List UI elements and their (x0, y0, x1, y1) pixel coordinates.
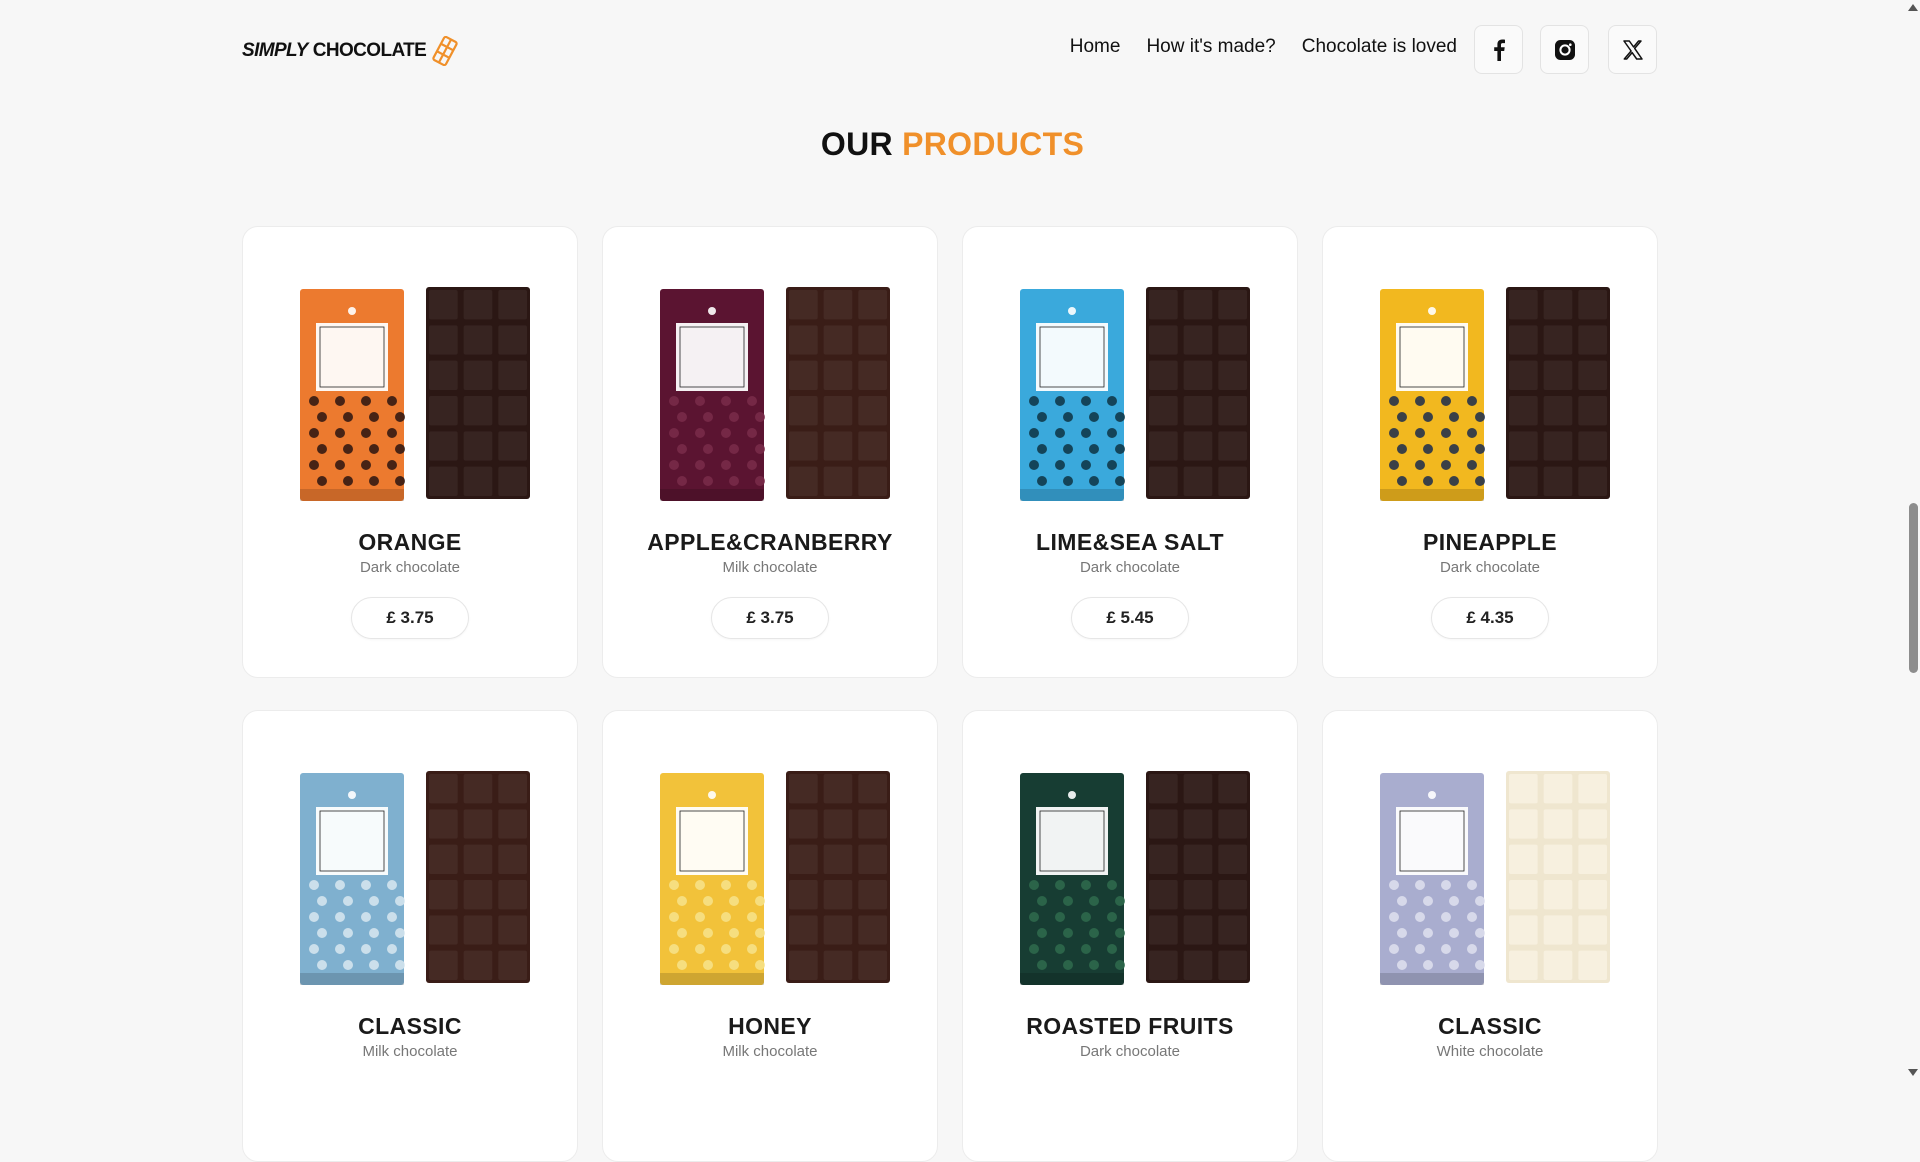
product-card[interactable]: CLASSIC White chocolate (1322, 710, 1658, 1162)
section-title-main: OUR (820, 126, 893, 162)
x-button[interactable] (1608, 25, 1657, 74)
section-title-accent: PRODUCTS (902, 126, 1085, 162)
brand-name: CHOCOLATE (312, 40, 427, 61)
product-image (660, 287, 890, 501)
instagram-icon (1554, 39, 1575, 60)
product-type: Milk chocolate (722, 1043, 818, 1060)
wrapper-illustration (1380, 289, 1485, 501)
brand-wordmark: SIMPLY CHOCOLATE (242, 40, 427, 62)
scroll-up-arrow-icon[interactable] (1908, 4, 1918, 11)
wrapper-illustration (660, 289, 765, 501)
wrapper-illustration (1020, 289, 1125, 501)
scrollbar-thumb[interactable] (1909, 503, 1918, 673)
chocolate-logo-icon (432, 36, 458, 66)
wrapper-illustration (1020, 773, 1125, 985)
price-button[interactable]: £ 5.45 (1071, 597, 1189, 639)
chocolate-bar-illustration (786, 771, 890, 983)
product-image (1380, 771, 1610, 985)
product-image (1380, 287, 1610, 501)
product-name: HONEY (728, 1013, 812, 1039)
product-name: ORANGE (358, 529, 462, 555)
product-type: Dark chocolate (1079, 1043, 1181, 1060)
product-card[interactable]: LIME&SEA SALT Dark chocolate £ 5.45 (962, 226, 1298, 678)
price-button[interactable]: £ 3.75 (351, 597, 469, 639)
nav-chocolate-is-loved[interactable]: Chocolate is loved (1302, 36, 1457, 58)
product-name: ROASTED FRUITS (1026, 1013, 1234, 1039)
scrollbar[interactable] (1906, 0, 1920, 1080)
chocolate-bar-illustration (1146, 771, 1250, 983)
price-button[interactable]: £ 3.75 (711, 597, 829, 639)
x-icon (1622, 39, 1643, 60)
product-card[interactable]: ROASTED FRUITS Dark chocolate (962, 710, 1298, 1162)
product-name: LIME&SEA SALT (1036, 529, 1224, 555)
chocolate-bar-illustration (426, 771, 530, 983)
product-card[interactable]: CLASSIC Milk chocolate (242, 710, 578, 1162)
product-grid: ORANGE Dark chocolate £ 3.75 APPLE&CRANB… (242, 226, 1660, 1162)
brand-logo[interactable]: SIMPLY CHOCOLATE (242, 36, 458, 66)
facebook-button[interactable] (1474, 25, 1523, 74)
product-image (1020, 771, 1250, 985)
nav-how-its-made[interactable]: How it's made? (1146, 36, 1275, 58)
wrapper-illustration (1380, 773, 1485, 985)
product-type: Milk chocolate (722, 559, 818, 576)
product-image (660, 771, 890, 985)
section-title: OUR PRODUCTS (0, 126, 1905, 163)
main-nav: Home How it's made? Chocolate is loved (1070, 36, 1457, 58)
chocolate-bar-illustration (1506, 771, 1610, 983)
chocolate-bar-illustration (786, 287, 890, 499)
product-image (1020, 287, 1250, 501)
nav-home[interactable]: Home (1070, 36, 1121, 58)
product-card[interactable]: HONEY Milk chocolate (602, 710, 938, 1162)
product-card[interactable]: ORANGE Dark chocolate £ 3.75 (242, 226, 578, 678)
product-name: APPLE&CRANBERRY (647, 529, 893, 555)
instagram-button[interactable] (1540, 25, 1589, 74)
chocolate-bar-illustration (426, 287, 530, 499)
product-type: Dark chocolate (1079, 559, 1181, 576)
wrapper-illustration (300, 289, 405, 501)
product-name: CLASSIC (358, 1013, 462, 1039)
chocolate-bar-illustration (1146, 287, 1250, 499)
product-type: White chocolate (1436, 1043, 1544, 1060)
product-type: Dark chocolate (359, 559, 461, 576)
product-card[interactable]: PINEAPPLE Dark chocolate £ 4.35 (1322, 226, 1658, 678)
product-type: Dark chocolate (1439, 559, 1541, 576)
product-card[interactable]: APPLE&CRANBERRY Milk chocolate £ 3.75 (602, 226, 938, 678)
product-type: Milk chocolate (362, 1043, 458, 1060)
product-name: PINEAPPLE (1423, 529, 1557, 555)
product-image (300, 771, 530, 985)
product-image (300, 287, 530, 501)
scroll-down-arrow-icon[interactable] (1908, 1069, 1918, 1076)
wrapper-illustration (660, 773, 765, 985)
price-button[interactable]: £ 4.35 (1431, 597, 1549, 639)
wrapper-illustration (300, 773, 405, 985)
chocolate-bar-illustration (1506, 287, 1610, 499)
product-name: CLASSIC (1438, 1013, 1542, 1039)
facebook-icon (1493, 39, 1505, 61)
site-header: SIMPLY CHOCOLATE Home How it's made? Choc… (0, 0, 1905, 100)
brand-prefix: SIMPLY (242, 40, 308, 61)
